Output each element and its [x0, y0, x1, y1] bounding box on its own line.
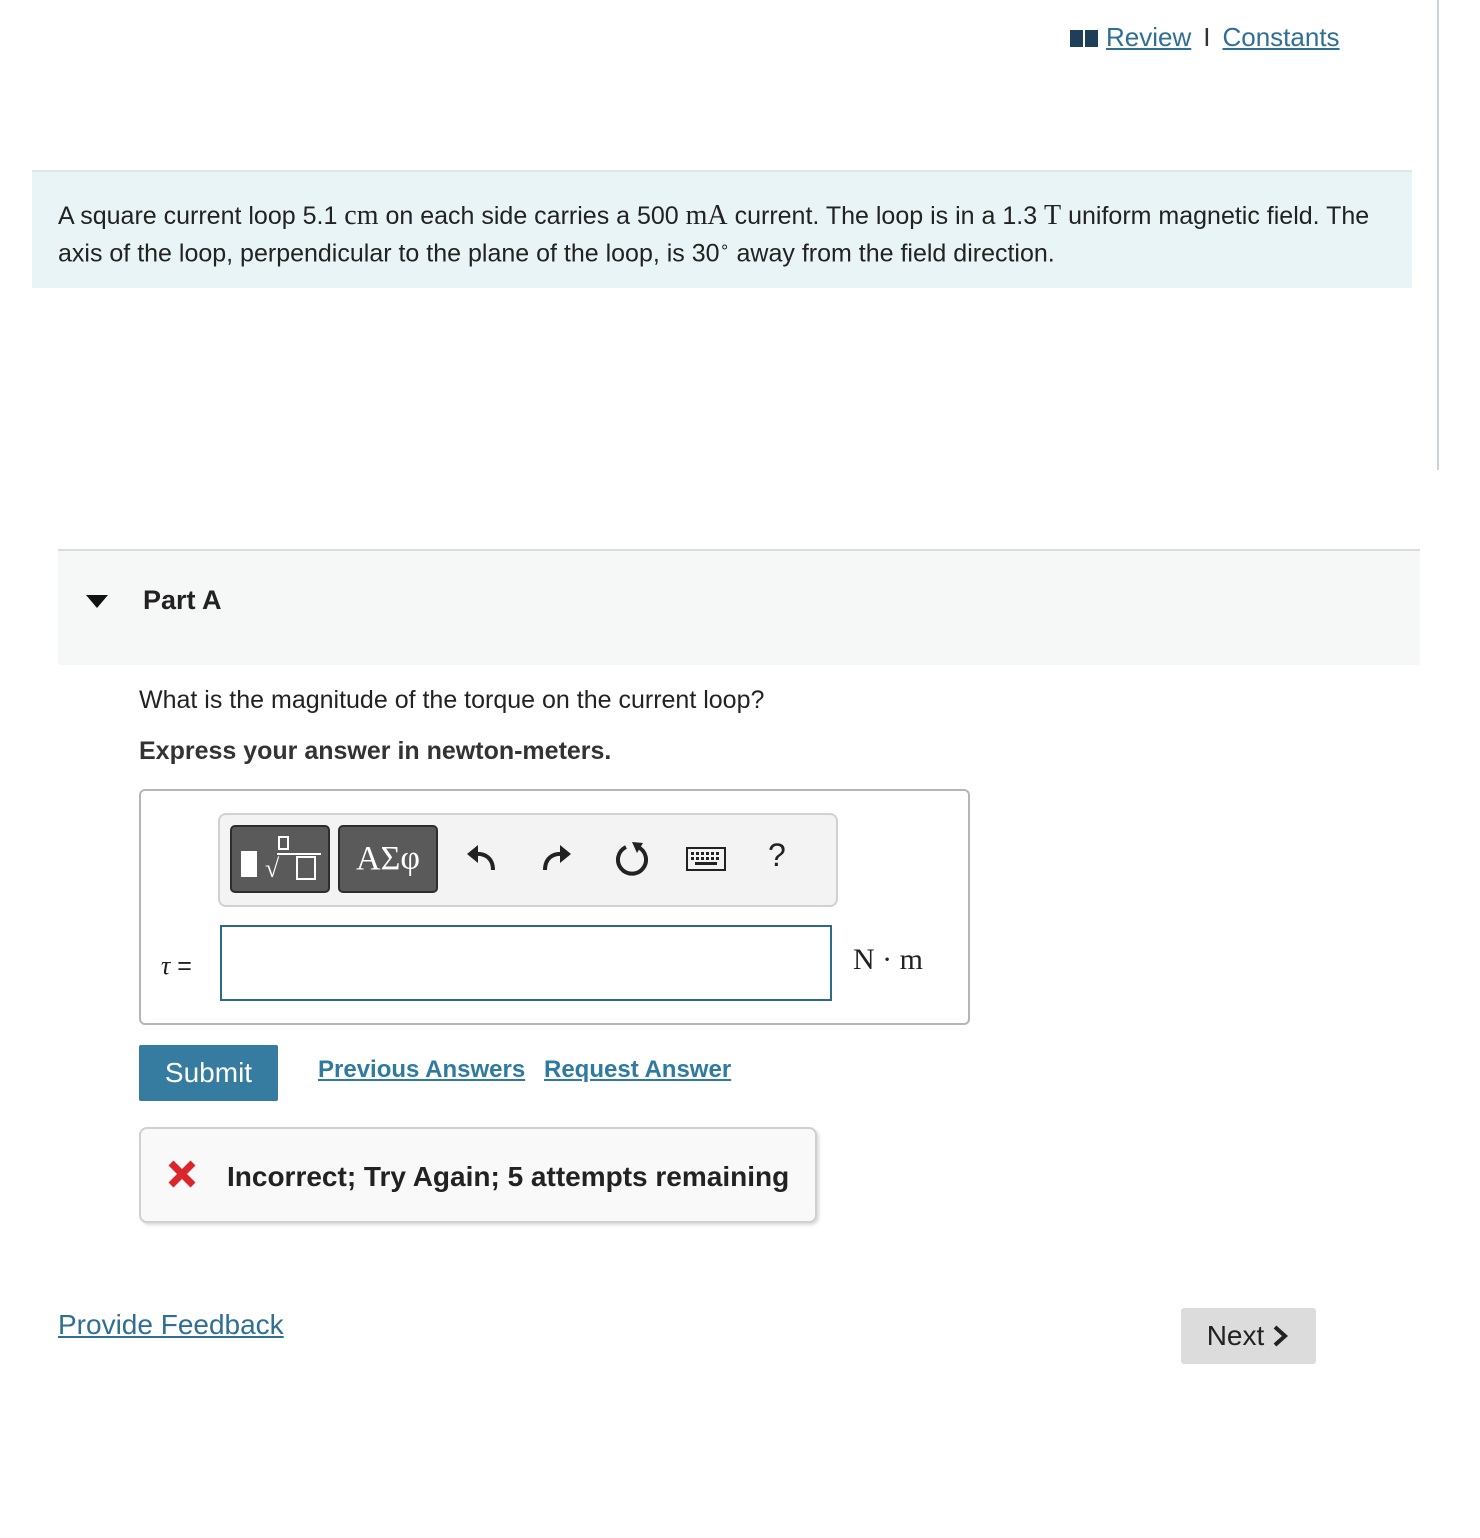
provide-feedback-link[interactable]: Provide Feedback: [58, 1309, 284, 1341]
feedback-box: Incorrect; Try Again; 5 attempts remaini…: [139, 1127, 817, 1223]
incorrect-x-icon: [168, 1160, 196, 1188]
book-icon: [1070, 28, 1100, 48]
answer-box: √ ΑΣφ ? τ = N · m: [139, 789, 970, 1025]
request-answer-link[interactable]: Request Answer: [544, 1056, 731, 1084]
templates-button[interactable]: √: [230, 825, 330, 893]
instruction-text: Express your answer in newton-meters.: [139, 737, 612, 765]
keyboard-icon[interactable]: [684, 837, 728, 881]
unit-tesla: T: [1044, 200, 1062, 231]
greek-symbols-button[interactable]: ΑΣφ: [338, 825, 438, 893]
units-label: N · m: [853, 943, 923, 976]
templates-icon: √: [241, 836, 321, 883]
constants-link[interactable]: Constants: [1222, 22, 1339, 53]
collapse-caret-icon[interactable]: [86, 595, 108, 608]
undo-icon[interactable]: [460, 837, 504, 881]
question-text: What is the magnitude of the torque on t…: [139, 686, 765, 714]
part-title: Part A: [143, 585, 222, 615]
help-button[interactable]: ?: [768, 837, 786, 874]
right-divider: [1437, 0, 1439, 470]
redo-icon[interactable]: [534, 837, 578, 881]
unit-cm: cm: [344, 200, 379, 231]
part-a-header[interactable]: Part A: [58, 549, 1420, 665]
unit-ma: mA: [685, 200, 728, 231]
problem-statement: A square current loop 5.1 cm on each sid…: [32, 170, 1412, 288]
math-toolbar: √ ΑΣφ ?: [218, 813, 838, 907]
top-links: Review I Constants: [1070, 22, 1340, 53]
review-link[interactable]: Review: [1106, 22, 1191, 53]
degree-symbol: ∘: [719, 239, 730, 256]
previous-answers-link[interactable]: Previous Answers: [318, 1056, 525, 1084]
answer-input[interactable]: [220, 925, 832, 1001]
chevron-right-icon: [1273, 1325, 1289, 1347]
submit-button[interactable]: Submit: [139, 1045, 278, 1101]
svg-text:√: √: [265, 854, 280, 883]
feedback-message: Incorrect; Try Again; 5 attempts remaini…: [227, 1161, 790, 1192]
link-separator: I: [1203, 22, 1211, 52]
variable-label: τ =: [161, 951, 192, 980]
reset-icon[interactable]: [610, 837, 654, 881]
next-label: Next: [1206, 1320, 1265, 1351]
next-button[interactable]: Next: [1181, 1308, 1316, 1364]
